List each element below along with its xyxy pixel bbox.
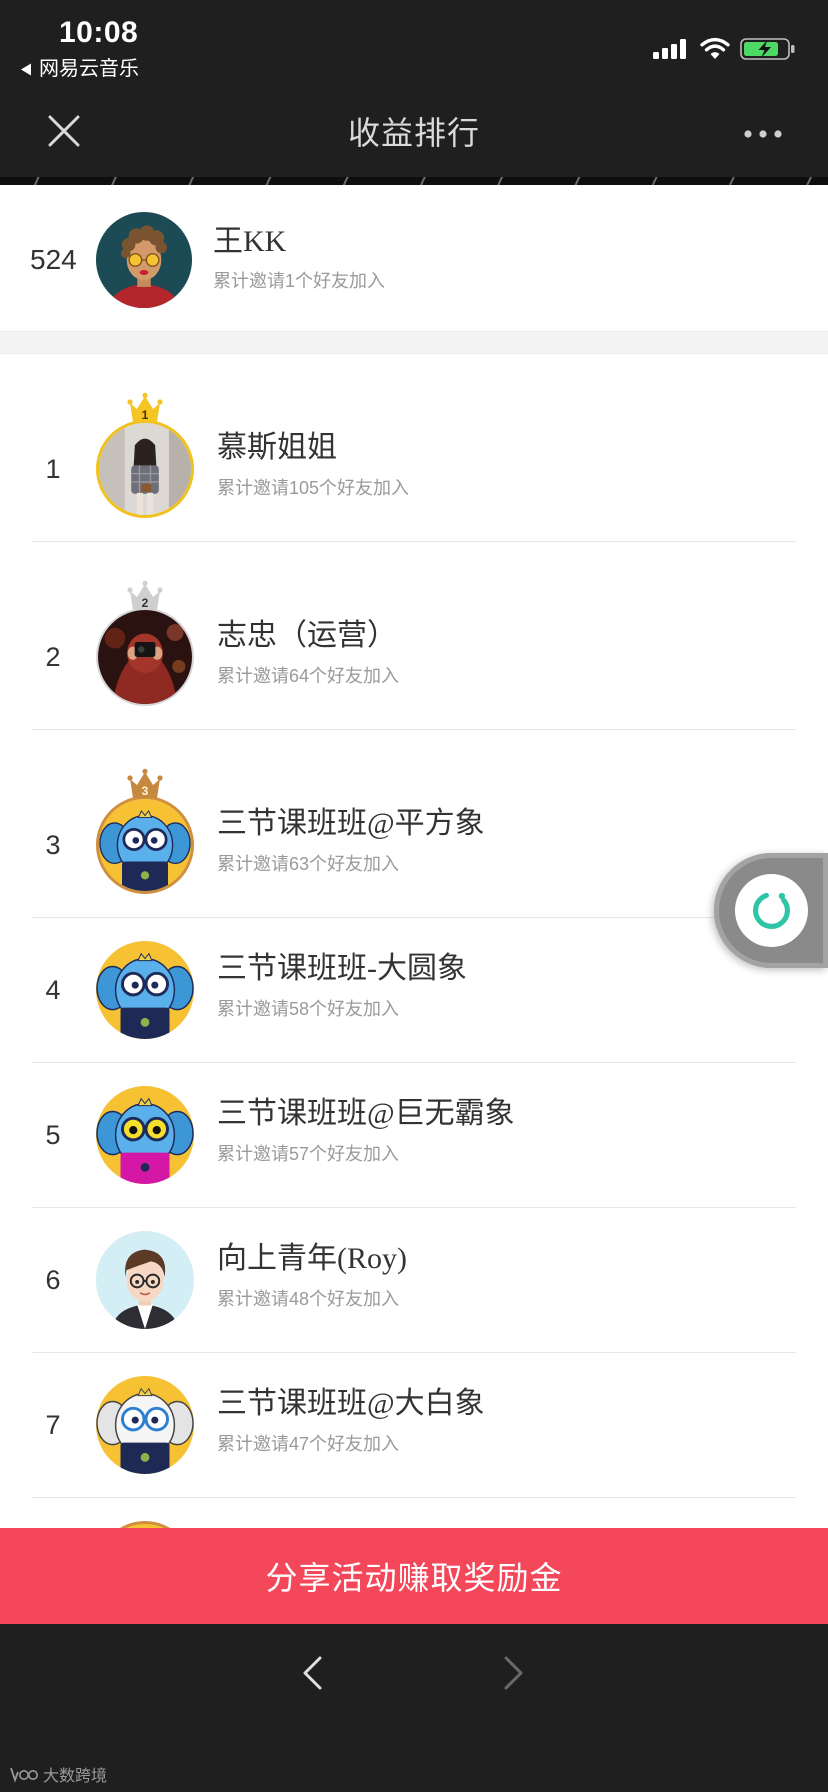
leaderboard-row: 5 三节课班班@巨无霸象 累计邀请57个好友加入: [0, 1063, 828, 1208]
user-name: 三节课班班@平方象: [217, 807, 485, 840]
avatar: [96, 608, 194, 706]
share-activity-button[interactable]: 分享活动赚取奖励金: [0, 1528, 828, 1624]
user-name: 志忠（运营）: [217, 619, 397, 652]
forward-chevron-icon[interactable]: [502, 1655, 526, 1691]
avatar: [96, 1231, 194, 1329]
crown-rank-label: 1: [142, 408, 149, 422]
watermark-text: 大数跨境: [43, 1768, 108, 1785]
leaderboard-row: 1 1 慕斯姐姐 累计邀请105个好友加入: [0, 354, 828, 542]
nav-bar: 收益排行: [0, 91, 828, 177]
watermark-logo-icon: [10, 1767, 38, 1783]
status-bar: 10:08 网易云音乐: [0, 0, 828, 91]
my-rank-card: 524 王KK 累计邀请1个好友加入: [0, 185, 828, 331]
invite-count: 累计邀请64个好友加入: [217, 666, 400, 686]
battery-icon: [740, 38, 795, 60]
more-options-icon[interactable]: [742, 122, 784, 146]
leaderboard-row: 6 向上青年(Roy) 累计邀请48个好友加入: [0, 1208, 828, 1353]
wifi-icon: [700, 37, 730, 59]
cellular-signal-icon: [653, 39, 686, 59]
gold-crown-icon: 1: [127, 392, 163, 422]
watermark: 大数跨境: [9, 1763, 107, 1785]
avatar: [96, 1376, 194, 1474]
rank-number: 6: [45, 1265, 61, 1295]
invite-count: 累计邀请47个好友加入: [217, 1434, 400, 1454]
my-rank-number: 524: [30, 244, 77, 275]
invite-count: 累计邀请58个好友加入: [217, 999, 400, 1019]
floating-button-face: [735, 874, 808, 947]
silver-crown-icon: 2: [127, 580, 163, 610]
avatar: [96, 420, 194, 518]
my-invite-count: 累计邀请1个好友加入: [213, 271, 386, 291]
page-title: 收益排行: [347, 115, 480, 151]
section-divider: [0, 331, 828, 354]
user-name: 三节课班班@巨无霸象: [217, 1097, 515, 1130]
user-name: 三节课班班@大白象: [217, 1387, 485, 1420]
browser-bottom-bar: 大数跨境: [0, 1624, 828, 1792]
bronze-crown-icon: 3: [127, 768, 163, 798]
back-chevron-icon[interactable]: [300, 1655, 324, 1691]
invite-count: 累计邀请48个好友加入: [217, 1289, 400, 1309]
rank-number: 2: [45, 642, 61, 672]
my-avatar: [96, 212, 192, 308]
avatar: [96, 796, 194, 894]
rank-number: 3: [45, 830, 61, 860]
floating-refresh-button[interactable]: [714, 853, 828, 968]
rank-number: 5: [45, 1120, 61, 1150]
crown-rank-label: 3: [142, 784, 149, 798]
leaderboard-row: 2 2 志忠（运营） 累计邀请64个好友加入: [0, 542, 828, 730]
leaderboard-row: 4 三节课班班-大圆象 累计邀请58个好友加入: [0, 918, 828, 1063]
status-time: 10:08: [59, 16, 139, 49]
leaderboard-row: 3 3 三节课班班@平方象 累计邀请63个好友加入: [0, 730, 828, 918]
close-icon[interactable]: [47, 114, 81, 148]
rank-number: 1: [45, 454, 61, 484]
back-to-app-link[interactable]: 网易云音乐: [20, 56, 139, 82]
rank-number: 7: [45, 1410, 61, 1440]
user-name: 三节课班班-大圆象: [217, 952, 467, 985]
banner-image-edge: [0, 177, 828, 185]
invite-count: 累计邀请105个好友加入: [217, 478, 410, 498]
leaderboard-row: 7 三节课班班@大白象 累计邀请47个好友加入: [0, 1353, 828, 1498]
user-name: 向上青年(Roy): [217, 1242, 407, 1275]
rank-number: 4: [45, 975, 61, 1005]
user-name: 慕斯姐姐: [217, 431, 337, 464]
back-triangle-icon: [21, 63, 31, 75]
crown-rank-label: 2: [142, 596, 149, 610]
refresh-icon: [753, 892, 790, 929]
my-user-name: 王KK: [213, 225, 287, 258]
avatar: [96, 941, 194, 1039]
back-app-label: 网易云音乐: [39, 58, 139, 80]
invite-count: 累计邀请57个好友加入: [217, 1144, 400, 1164]
invite-count: 累计邀请63个好友加入: [217, 854, 400, 874]
avatar: [96, 1086, 194, 1184]
